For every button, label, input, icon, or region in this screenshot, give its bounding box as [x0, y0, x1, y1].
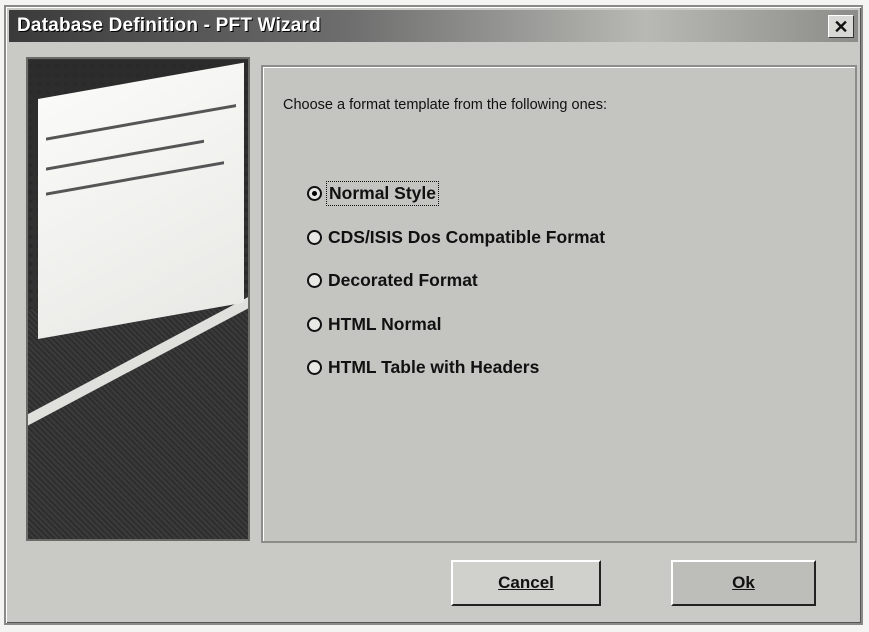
option-decorated-format[interactable]: Decorated Format	[307, 259, 607, 303]
option-label: CDS/ISIS Dos Compatible Format	[328, 226, 606, 247]
illustration-line	[46, 139, 204, 171]
prompt-text: Choose a format template from the follow…	[283, 97, 607, 113]
radio-unselected-icon[interactable]	[307, 316, 322, 332]
option-label: Normal Style	[326, 181, 439, 207]
option-cds-isis-dos[interactable]: CDS/ISIS Dos Compatible Format	[307, 216, 607, 260]
format-options: Normal Style CDS/ISIS Dos Compatible For…	[307, 172, 607, 390]
ok-button[interactable]: Ok	[671, 560, 816, 606]
option-label: HTML Normal	[328, 313, 442, 334]
option-label: HTML Table with Headers	[328, 357, 540, 378]
options-panel: Choose a format template from the follow…	[261, 65, 857, 543]
title-bar[interactable]: Database Definition - PFT Wizard ✕	[9, 10, 858, 42]
close-icon: ✕	[833, 16, 849, 37]
window-title: Database Definition - PFT Wizard	[17, 15, 321, 36]
ok-button-label: Ok	[732, 573, 755, 592]
close-button[interactable]: ✕	[828, 15, 854, 38]
option-html-normal[interactable]: HTML Normal	[307, 303, 607, 347]
illustration-line	[46, 161, 224, 196]
cancel-button[interactable]: Cancel	[451, 560, 601, 606]
illustration-line	[46, 104, 236, 141]
radio-unselected-icon[interactable]	[307, 229, 322, 245]
wizard-illustration	[26, 57, 250, 541]
wizard-dialog: Database Definition - PFT Wizard ✕ Choos…	[4, 5, 863, 625]
option-label: Decorated Format	[328, 270, 478, 291]
radio-unselected-icon[interactable]	[307, 360, 322, 376]
option-html-table-headers[interactable]: HTML Table with Headers	[307, 346, 607, 390]
cancel-button-label: Cancel	[498, 573, 554, 592]
illustration-floor	[28, 309, 248, 539]
radio-unselected-icon[interactable]	[307, 273, 322, 289]
radio-selected-icon[interactable]	[307, 186, 322, 202]
illustration-document	[38, 62, 244, 340]
option-normal-style[interactable]: Normal Style	[307, 172, 607, 216]
